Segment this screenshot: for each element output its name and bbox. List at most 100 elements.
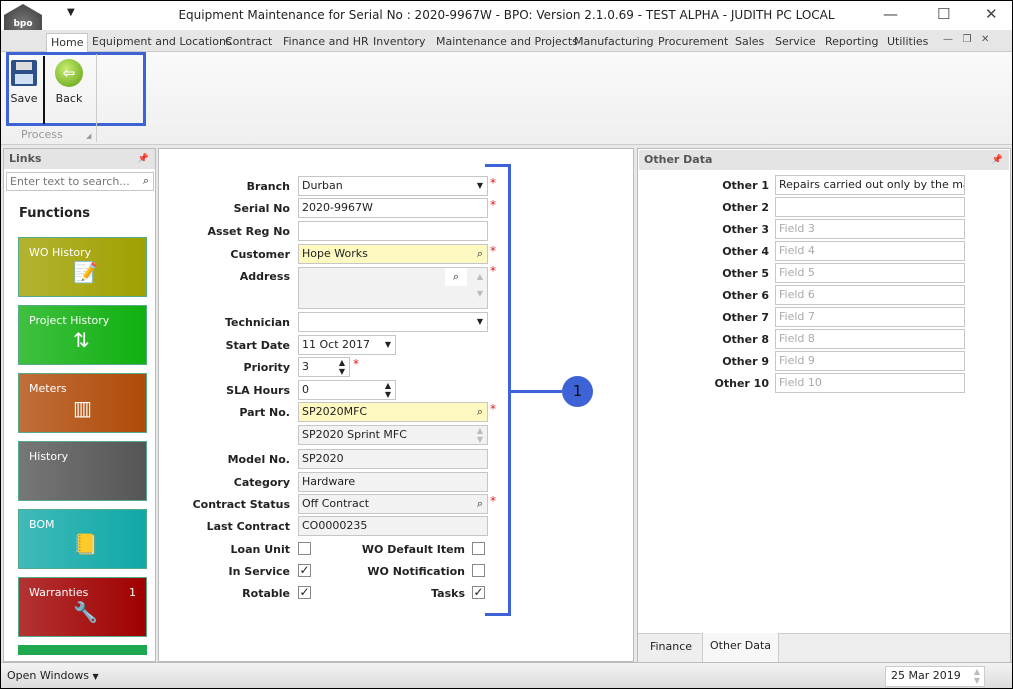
save-button[interactable]: Save — [5, 56, 45, 124]
annotation-line — [510, 390, 562, 393]
tab-finance[interactable]: Finance — [640, 634, 703, 662]
function-tile-meters[interactable]: Meters ▥ — [18, 373, 147, 433]
links-search-input[interactable] — [7, 173, 132, 190]
other-3-label: Other 3 — [722, 223, 769, 236]
open-windows-button[interactable]: Open Windows ▼ — [7, 669, 99, 682]
last_contract-label: Last Contract — [206, 520, 290, 533]
maximize-button[interactable]: ☐ — [937, 5, 950, 23]
loan_unit-label: Loan Unit — [230, 543, 290, 556]
lookup-icon[interactable]: ⌕ — [477, 403, 483, 421]
function-tile-warranties[interactable]: Warranties 1 🔧 — [18, 577, 147, 637]
other-8-field[interactable]: Field 8 — [775, 329, 965, 349]
start_date-label: Start Date — [225, 339, 290, 352]
close-button[interactable]: ✕ — [985, 5, 998, 23]
other-6-field[interactable]: Field 6 — [775, 285, 965, 305]
serial-no-field[interactable]: 2020-9967W — [298, 198, 488, 218]
links-search[interactable]: ⌕ — [6, 172, 154, 191]
branch-field[interactable]: Durban ▼ — [298, 176, 488, 196]
lookup-icon[interactable]: ⌕ — [477, 495, 483, 513]
contract-status-field[interactable]: Off Contract ⌕ — [298, 494, 488, 514]
menu-tab-procurement[interactable]: Procurement — [654, 33, 732, 52]
save-icon — [11, 60, 37, 86]
dropdown-icon: ▼ — [92, 672, 99, 681]
start-date-field[interactable]: 11 Oct 2017 ▼ — [298, 335, 396, 355]
dropdown-icon[interactable]: ▼ — [477, 177, 483, 195]
dropdown-icon[interactable]: ▼ — [385, 336, 391, 354]
scroll-icon[interactable]: ▲ ▼ — [477, 426, 483, 444]
menu-tab-contract[interactable]: Contract — [221, 33, 276, 52]
function-tile-history[interactable]: History — [18, 441, 147, 501]
lookup-icon[interactable]: ⌕ — [444, 268, 467, 286]
links-header: Links 📌 — [4, 149, 155, 169]
rotable-checkbox[interactable]: ✓ — [298, 586, 311, 599]
category-field[interactable]: Hardware — [298, 472, 488, 492]
menu-tab-service[interactable]: Service — [771, 33, 820, 52]
function-tile-bom[interactable]: BOM 📒 — [18, 509, 147, 569]
asset-reg-no-field[interactable] — [298, 221, 488, 241]
lookup-icon[interactable]: ⌕ — [477, 245, 483, 263]
spin-icon[interactable]: ▲ ▼ — [974, 667, 980, 685]
model-no-field[interactable]: SP2020 — [298, 449, 488, 469]
function-tile-project-history[interactable]: Project History ⇅ — [18, 305, 147, 365]
other-data-header: Other Data 📌 — [639, 150, 1009, 170]
wo-default-item-checkbox[interactable] — [472, 542, 485, 555]
other-5-field[interactable]: Field 5 — [775, 263, 965, 283]
dropdown-icon[interactable]: ▼ — [477, 313, 483, 331]
menu-tab-reporting[interactable]: Reporting — [821, 33, 882, 52]
group-launcher-icon[interactable]: ◢ — [86, 132, 91, 140]
tile-label: Warranties — [29, 586, 89, 599]
ribbon-controls[interactable]: — ❐ ✕ — [943, 34, 989, 45]
menu-tab-home[interactable]: Home — [46, 33, 89, 52]
other-4-field[interactable]: Field 4 — [775, 241, 965, 261]
links-panel: Links 📌 ⌕ Functions WO History📝 Project Hi… — [3, 148, 156, 662]
in-service-checkbox[interactable]: ✓ — [298, 564, 311, 577]
status-date-field[interactable]: 25 Mar 2019 ▲ ▼ — [885, 666, 985, 687]
menu-tab-inventory[interactable]: Inventory — [369, 33, 430, 52]
minimize-button[interactable]: — — [883, 5, 898, 23]
tile-partial[interactable] — [18, 645, 147, 655]
customer-field[interactable]: Hope Works ⌕ — [298, 244, 488, 264]
loan-unit-checkbox[interactable] — [298, 542, 311, 555]
last-contract-field[interactable]: CO0000235 — [298, 516, 488, 536]
tab-other-data[interactable]: Other Data — [703, 633, 779, 662]
menu-tab-utilities[interactable]: Utilities — [883, 33, 932, 52]
part-no-field[interactable]: SP2020MFC ⌕ — [298, 402, 488, 422]
address-label: Address — [239, 270, 290, 283]
other-3-field[interactable]: Field 3 — [775, 219, 965, 239]
address-field[interactable]: ⌕ ▲ ▼ — [298, 267, 488, 309]
spin-icon[interactable]: ▲ ▼ — [339, 358, 345, 376]
serial_no-label: Serial No — [233, 202, 290, 215]
other-7-placeholder: Field 7 — [779, 310, 815, 323]
other-9-field[interactable]: Field 9 — [775, 351, 965, 371]
other-2-field[interactable] — [775, 197, 965, 217]
other-7-field[interactable]: Field 7 — [775, 307, 965, 327]
tasks-checkbox[interactable]: ✓ — [472, 586, 485, 599]
priority-field[interactable]: 3 ▲ ▼ — [298, 357, 350, 377]
sla-hours-field[interactable]: 0 ▲ ▼ — [298, 380, 396, 400]
menu-tab-maintenance-and-projects[interactable]: Maintenance and Projects — [432, 33, 582, 52]
search-icon[interactable]: ⌕ — [143, 174, 149, 188]
annotation-bracket — [485, 164, 511, 616]
pin-icon[interactable]: 📌 — [138, 149, 149, 169]
contract-status-value: Off Contract — [302, 497, 370, 510]
other-10-field[interactable]: Field 10 — [775, 373, 965, 393]
spin-icon[interactable]: ▲ ▼ — [385, 381, 391, 399]
menu-tab-equipment-and-locations[interactable]: Equipment and Locations — [88, 33, 236, 52]
pin-icon[interactable]: 📌 — [992, 150, 1003, 170]
part-no-desc-field[interactable]: SP2020 Sprint MFC ▲ ▼ — [298, 425, 488, 445]
customer-value: Hope Works — [302, 247, 368, 260]
menu-tab-finance-and-hr[interactable]: Finance and HR — [279, 33, 373, 52]
customer-label: Customer — [230, 248, 290, 261]
quick-access-dropdown-icon[interactable]: ▼ — [67, 7, 75, 18]
menu-tab-sales[interactable]: Sales — [731, 33, 768, 52]
other-4-placeholder: Field 4 — [779, 244, 815, 257]
menu-tab-manufacturing[interactable]: Manufacturing — [570, 33, 658, 52]
back-button[interactable]: ⇦ Back — [49, 56, 89, 120]
wo-notification-checkbox[interactable] — [472, 564, 485, 577]
function-tile-wo-history[interactable]: WO History 📝 — [18, 237, 147, 297]
scroll-icon[interactable]: ▲ ▼ — [477, 268, 483, 302]
title-bar: Equipment Maintenance for Serial No : 20… — [1, 1, 1012, 30]
other-data-title: Other Data — [644, 153, 713, 166]
technician-field[interactable]: ▼ — [298, 312, 488, 332]
other-1-field[interactable]: Repairs carried out only by the manufa — [775, 175, 965, 195]
